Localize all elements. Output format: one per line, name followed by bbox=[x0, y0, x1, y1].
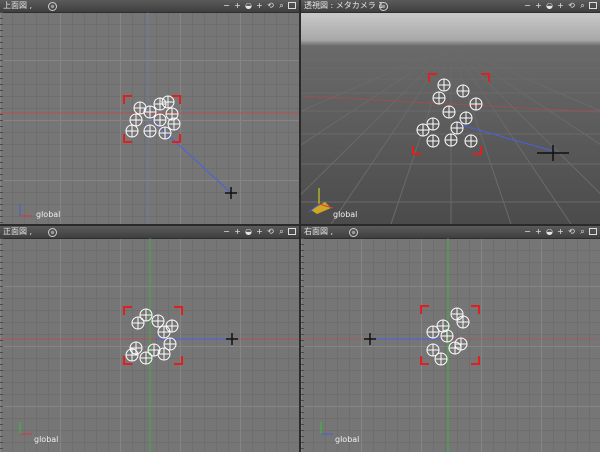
light-target-icon bbox=[364, 333, 376, 345]
object-cluster bbox=[125, 95, 181, 140]
axis-label: global bbox=[335, 435, 360, 444]
axis-label: global bbox=[34, 435, 59, 444]
axis-gizmo-icon bbox=[320, 422, 333, 435]
object-cluster bbox=[125, 308, 179, 365]
axis-label: global bbox=[333, 210, 358, 219]
scene-perspective bbox=[301, 45, 600, 224]
viewport-right[interactable]: 右面図 , − + ◒ + ⟲ ⌕ global bbox=[301, 226, 600, 452]
four-view-viewport: 上面図 , − + ◒ + ⟲ ⌕ global 透視図: メタカメラ 1 ,… bbox=[0, 0, 600, 452]
viewport-perspective[interactable]: 透視図 : メタカメラ 1 , − + ◒ + ⟲ ⌕ global bbox=[301, 0, 600, 224]
axis-gizmo-icon bbox=[19, 422, 32, 435]
viewport-front[interactable]: 正面図 , − + ◒ + ⟲ ⌕ global bbox=[0, 226, 299, 452]
link-line bbox=[151, 119, 232, 194]
scene-right bbox=[301, 238, 600, 452]
axis-label: global bbox=[36, 210, 61, 219]
light-target-icon bbox=[226, 333, 238, 345]
axis-gizmo-icon bbox=[308, 188, 334, 214]
axis-gizmo-icon bbox=[19, 204, 32, 217]
viewport-top[interactable]: 上面図 , − + ◒ + ⟲ ⌕ global bbox=[0, 0, 299, 224]
object-cluster bbox=[416, 78, 483, 148]
scene-front bbox=[0, 238, 299, 452]
scene-top bbox=[0, 12, 299, 224]
